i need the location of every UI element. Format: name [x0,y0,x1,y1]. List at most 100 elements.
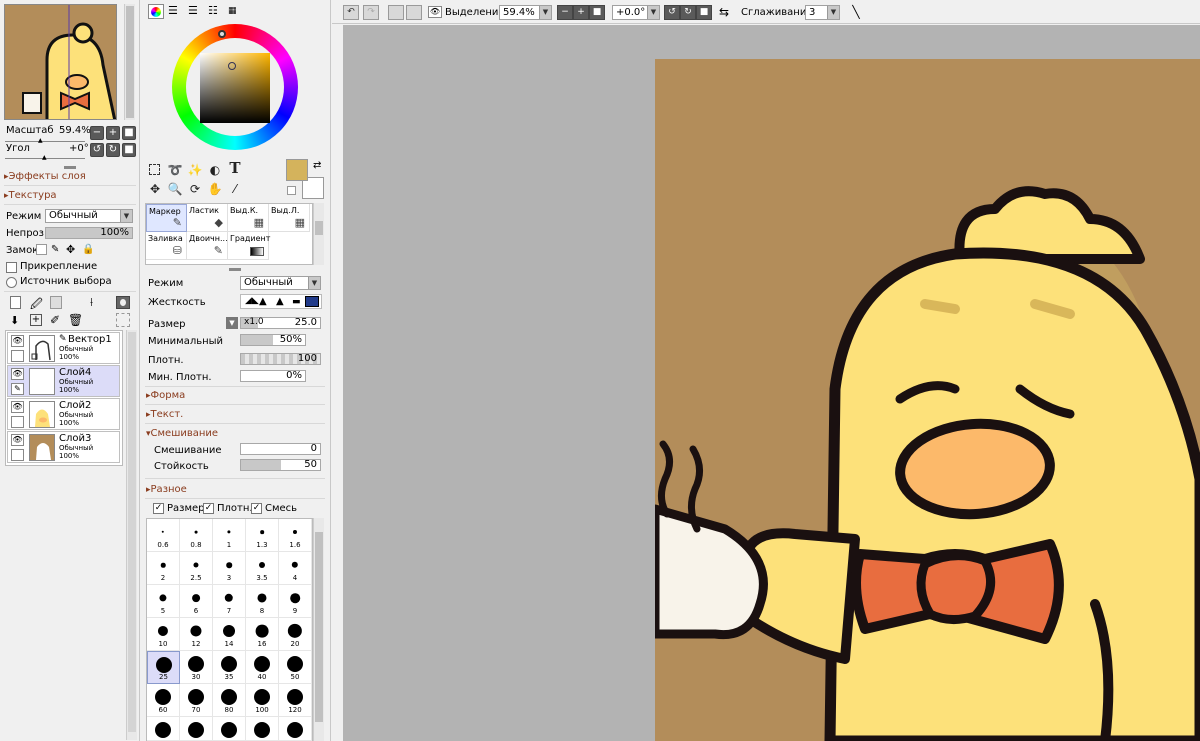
brush-texture-section[interactable]: Текст. [146,409,184,420]
new-vector-layer-icon[interactable]: 🖉 [30,295,43,316]
toolbar-rotate-right-button[interactable]: ↻ [680,5,696,20]
zoom-in-button[interactable]: + [106,126,120,140]
brush-size-cell[interactable]: 120 [279,684,312,717]
rect-select-icon[interactable] [147,162,163,178]
size-checkbox[interactable]: ✓ [153,503,164,514]
layer-edit-pen-icon[interactable]: ✎ [11,383,24,395]
invert-selection-button[interactable] [406,5,422,20]
copy-layer-icon[interactable] [116,313,130,327]
blending-section[interactable]: Смешивание [146,428,219,439]
layer-transform-icon[interactable]: ⟊ [90,295,93,310]
brush-select-pen[interactable]: Выд.К. ▦ [228,204,269,232]
brush-deselect-pen[interactable]: Выд.Л. ▦ [269,204,310,232]
swatches-tab[interactable]: ☷ [208,5,218,16]
brush-size-cell[interactable]: 100 [246,684,279,717]
selection-source-radio[interactable] [6,277,17,288]
navigator-scrollbar[interactable] [124,4,135,120]
brush-binary-pen[interactable]: Двоичн... ✎ [187,232,228,260]
brush-size-cell[interactable]: 5 [147,585,180,618]
brush-size-cell[interactable] [147,717,180,741]
brush-size-cell[interactable]: 2.5 [180,552,213,585]
persistence-slider[interactable]: 50 [240,459,321,471]
magic-wand-icon[interactable]: ✨ [187,162,203,178]
brush-size-cell[interactable]: 60 [147,684,180,717]
brush-eraser[interactable]: Ластик ◆ [187,204,228,232]
delete-layer-icon[interactable]: 🗑 [68,313,83,327]
brush-size-cell[interactable]: 12 [180,618,213,651]
layer-row[interactable]: 👁 Слой3 Обычный 100% [7,431,120,463]
brush-size-cell[interactable]: 1.3 [246,519,279,552]
layer-select-checkbox[interactable] [11,449,24,461]
brush-size-cell[interactable]: 16 [246,618,279,651]
density-slider[interactable]: 100 [240,353,321,365]
zoom-tool-icon[interactable]: 🔍 [167,181,183,197]
brush-size-cell[interactable]: 25 [147,651,180,684]
hardness-3-icon[interactable]: ▬ [292,297,301,307]
brush-size-cell[interactable]: 30 [180,651,213,684]
swap-colors-icon[interactable]: ⇄ [313,160,321,171]
layer-visibility-eye-icon[interactable]: 👁 [11,434,24,446]
rotate-reset-button[interactable]: ■ [122,143,136,157]
lock-paint-icon[interactable]: ✎ [51,244,59,255]
undo-button[interactable]: ↶ [343,5,359,20]
rotate-right-button[interactable]: ↻ [106,143,120,157]
flip-horizontal-icon[interactable]: ⇆ [719,5,729,19]
blend-checkbox[interactable]: ✓ [251,503,262,514]
panel-grip[interactable] [64,166,76,169]
brush-size-cell[interactable] [279,717,312,741]
density-checkbox[interactable]: ✓ [203,503,214,514]
shapes-icon[interactable]: ◐ [207,162,223,178]
toolbar-zoom-in-button[interactable]: + [573,5,589,20]
zoom-select[interactable]: 59.4% ▼ [499,5,552,20]
layer-row[interactable]: ✎ 👁 Вектор1 Обычный 100% [7,332,120,364]
lock-all-icon[interactable]: 🔒 [82,244,94,255]
texture-section[interactable]: Текстура [4,190,57,201]
blending-slider[interactable]: 0 [240,443,321,455]
navigator-preview[interactable] [4,4,117,120]
brush-size-cell[interactable]: 35 [213,651,246,684]
min-density-slider[interactable]: 0% [240,370,306,382]
merge-down-icon[interactable]: ⬇ [10,314,19,327]
hardness-2-icon[interactable]: ▲ [276,296,284,307]
primary-color-swatch[interactable] [286,159,308,181]
brush-size-cell[interactable]: 70 [180,684,213,717]
layer-mask-icon[interactable] [116,296,130,309]
toolbar-zoom-reset-button[interactable]: ■ [589,5,605,20]
brush-bucket[interactable]: Заливка ⛁ [146,232,187,260]
angle-select[interactable]: +0.0° ▼ [612,5,660,20]
deselect-button[interactable] [388,5,404,20]
scratchpad-tab[interactable]: ▦ [228,6,237,16]
lasso-icon[interactable]: ➰ [167,162,183,178]
brush-size-cell[interactable]: 0.8 [180,519,213,552]
layers-scrollbar[interactable] [126,330,137,740]
brush-size-cell[interactable]: 9 [279,585,312,618]
zoom-slider[interactable]: ▲ [5,136,85,144]
brush-size-scrollbar[interactable] [313,518,324,741]
hardness-1-icon[interactable]: ▲ [259,296,267,307]
brush-size-cell[interactable]: 40 [246,651,279,684]
rotate-tool-icon[interactable]: ⟳ [187,181,203,197]
line-tool-icon[interactable]: ╲ [848,5,864,20]
redo-button[interactable]: ↷ [363,5,379,20]
brush-size-cell[interactable]: 0.6 [147,519,180,552]
hand-icon[interactable]: ✋ [207,181,223,197]
hardness-hard-icon[interactable] [305,296,319,307]
brush-size-cell[interactable]: 8 [246,585,279,618]
layer-select-checkbox[interactable] [11,416,24,428]
new-layer-icon[interactable] [10,296,21,309]
brush-size-cell[interactable]: 80 [213,684,246,717]
lock-move-icon[interactable]: ✥ [66,243,75,256]
color-wheel-tab[interactable] [148,4,164,19]
brush-size-cell[interactable]: 14 [213,618,246,651]
brush-size-cell[interactable]: 2 [147,552,180,585]
brush-pen[interactable]: Маркер ✎ [146,204,187,232]
move-icon[interactable]: ✥ [147,181,163,197]
panel-grip-2[interactable] [229,268,241,271]
layer-mode-select[interactable]: Обычный ▼ [45,209,133,223]
layer-visibility-eye-icon[interactable]: 👁 [11,335,24,347]
layer-visibility-eye-icon[interactable]: 👁 [11,401,24,413]
text-tool-icon[interactable]: T [227,160,243,176]
toolbar-rotate-reset-button[interactable]: ■ [696,5,712,20]
brush-gradient[interactable]: Градиент [228,232,270,260]
eye-icon[interactable]: 👁 [428,6,442,18]
